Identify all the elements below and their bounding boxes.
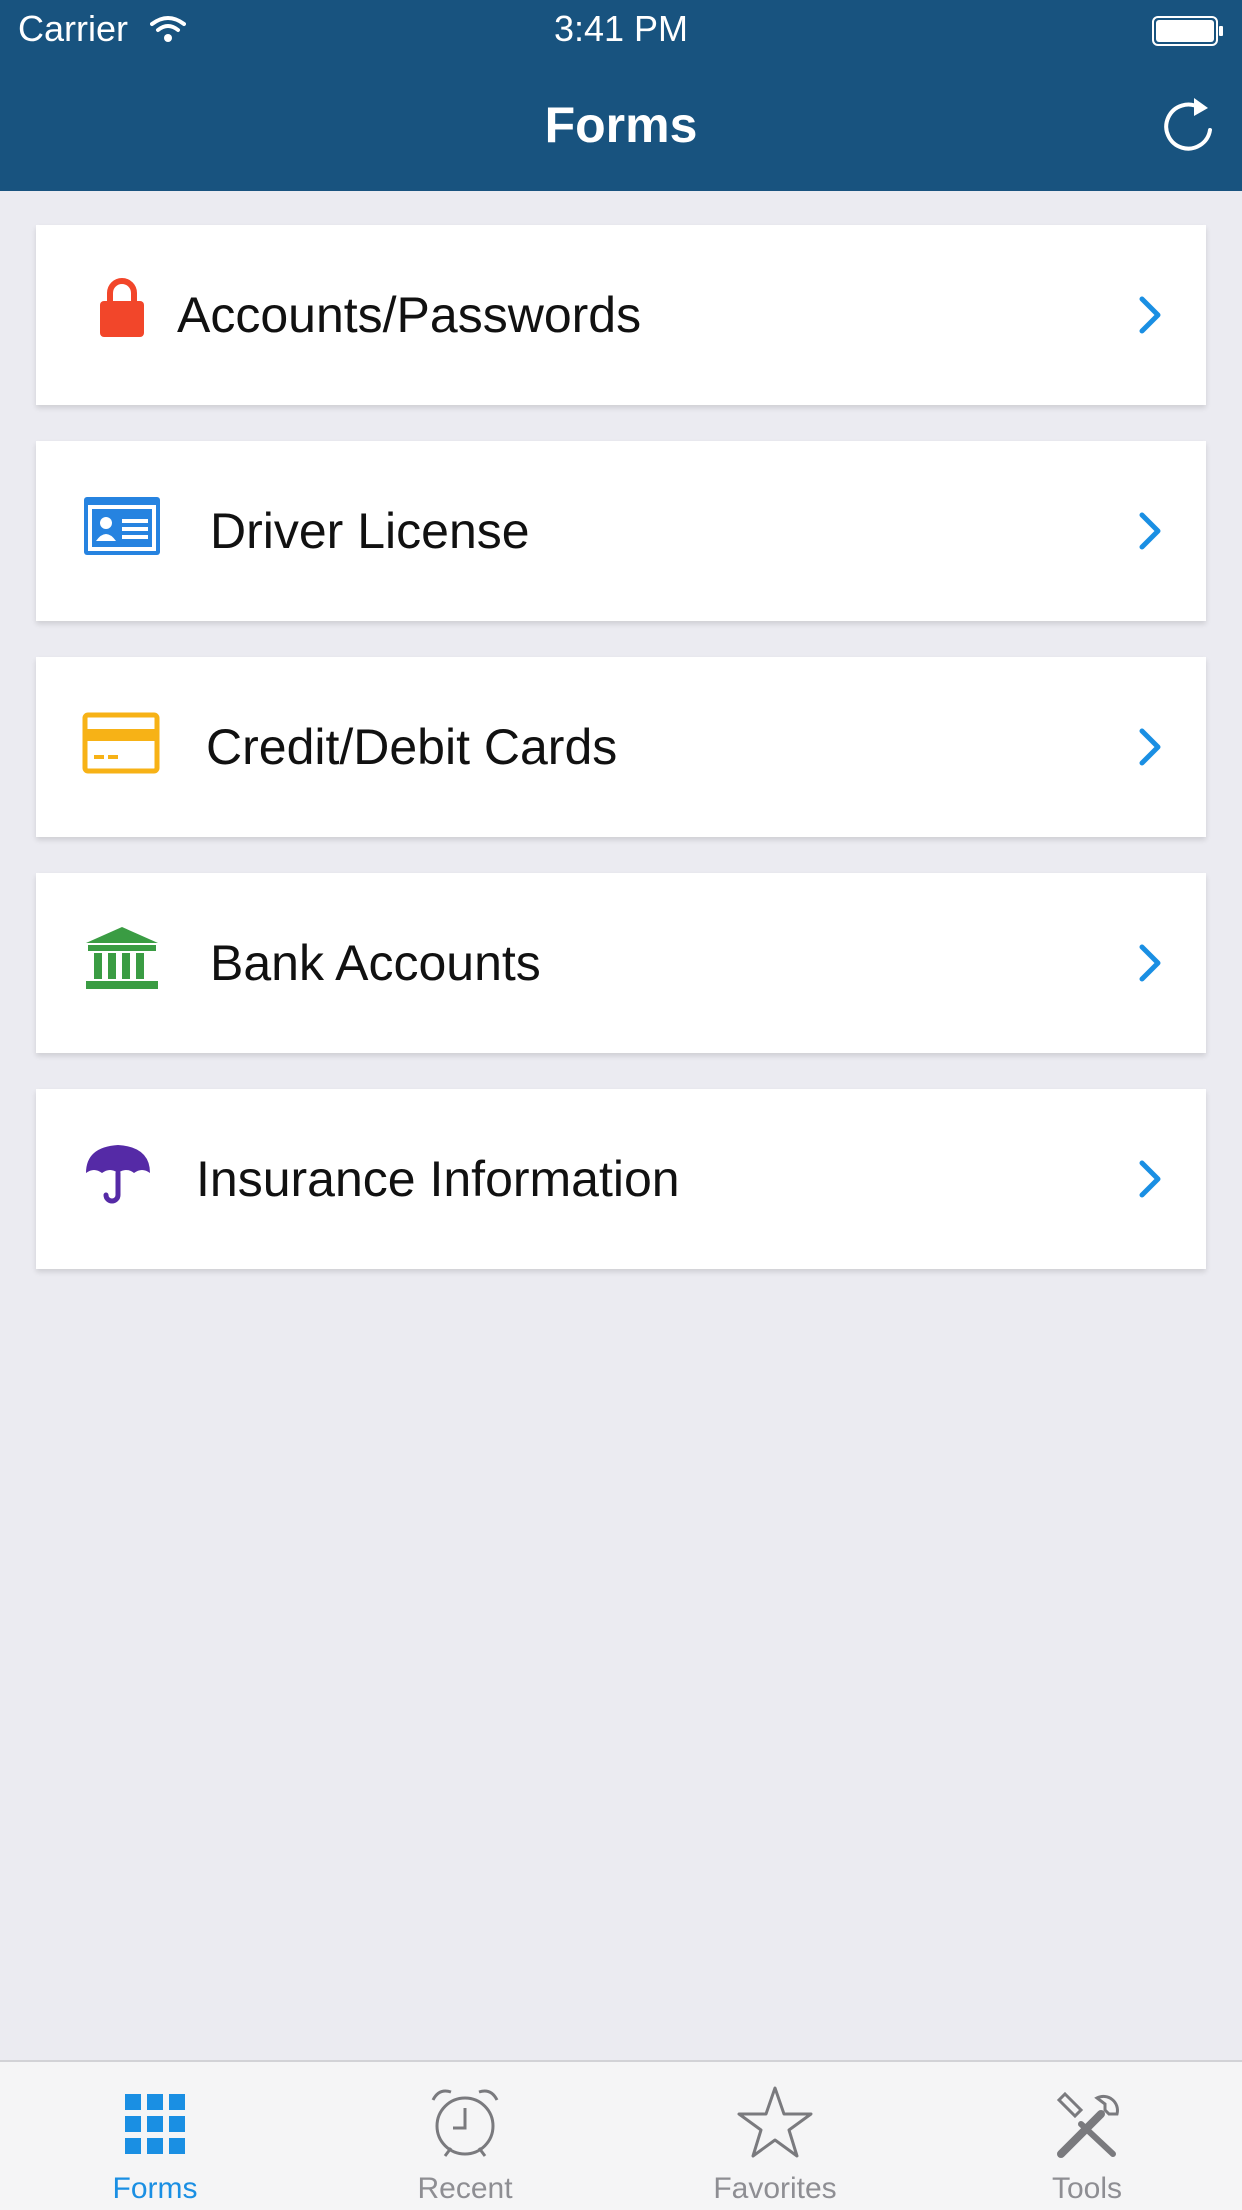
tab-recent[interactable]: Recent bbox=[310, 2062, 620, 2210]
tab-label: Tools bbox=[1051, 2172, 1123, 2205]
tab-label: Forms bbox=[112, 2172, 198, 2205]
lock-icon bbox=[100, 278, 144, 337]
chevron-right-icon bbox=[1139, 1160, 1161, 1198]
tab-tools[interactable]: Tools bbox=[932, 2062, 1242, 2210]
navigation-bar: Carrier 3:41 PM Forms bbox=[0, 0, 1242, 191]
umbrella-icon bbox=[86, 1145, 150, 1204]
page-title: Forms bbox=[544, 97, 698, 153]
id-card-icon bbox=[84, 497, 160, 555]
form-item-insurance-information[interactable]: Insurance Information bbox=[36, 1089, 1206, 1269]
form-item-label: Driver License bbox=[210, 503, 530, 559]
form-item-bank-accounts[interactable]: Bank Accounts bbox=[36, 873, 1206, 1053]
form-item-credit-debit-cards[interactable]: Credit/Debit Cards bbox=[36, 657, 1206, 837]
chevron-right-icon bbox=[1139, 944, 1161, 982]
grid-icon bbox=[125, 2094, 185, 2154]
credit-card-icon bbox=[82, 712, 160, 774]
star-icon bbox=[737, 2086, 813, 2158]
chevron-right-icon bbox=[1139, 728, 1161, 766]
tab-label: Favorites bbox=[713, 2172, 837, 2205]
form-item-label: Accounts/Passwords bbox=[177, 287, 642, 343]
form-item-label: Credit/Debit Cards bbox=[206, 719, 618, 775]
refresh-icon[interactable] bbox=[1160, 90, 1216, 154]
form-item-driver-license[interactable]: Driver License bbox=[36, 441, 1206, 621]
tools-icon bbox=[1056, 2091, 1119, 2158]
bank-icon bbox=[86, 927, 158, 989]
alarm-clock-icon bbox=[431, 2089, 499, 2157]
forms-list: Accounts/Passwords Driver License Credit bbox=[36, 225, 1206, 1305]
battery-icon bbox=[1152, 16, 1223, 46]
chevron-right-icon bbox=[1139, 512, 1161, 550]
tab-label: Recent bbox=[417, 2172, 513, 2205]
status-bar: Carrier 3:41 PM bbox=[0, 0, 1242, 60]
form-item-accounts-passwords[interactable]: Accounts/Passwords bbox=[36, 225, 1206, 405]
tab-favorites[interactable]: Favorites bbox=[620, 2062, 930, 2210]
tab-bar: Forms Recent Favorites Tools bbox=[0, 2060, 1242, 2210]
form-item-label: Bank Accounts bbox=[210, 935, 541, 991]
tab-forms[interactable]: Forms bbox=[0, 2062, 310, 2210]
status-time: 3:41 PM bbox=[553, 8, 689, 49]
form-item-label: Insurance Information bbox=[196, 1151, 680, 1207]
chevron-right-icon bbox=[1139, 296, 1161, 334]
